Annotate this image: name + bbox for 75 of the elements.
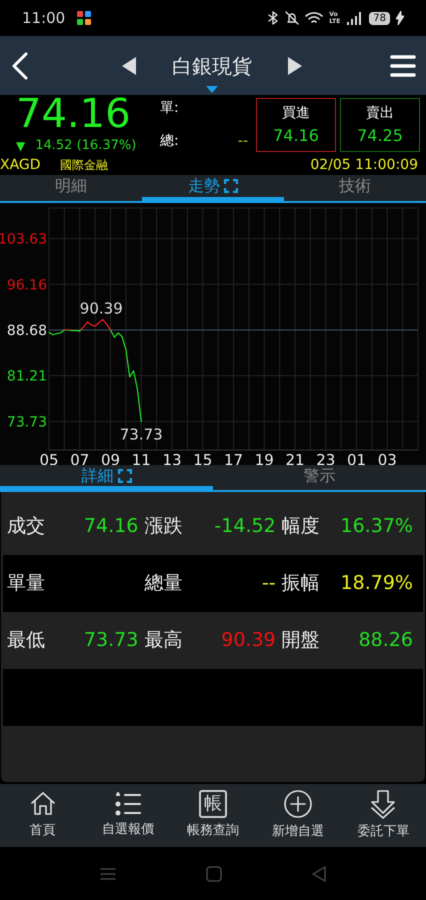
x-axis-label: 15 bbox=[193, 451, 212, 465]
x-axis-label: 23 bbox=[316, 451, 336, 465]
menu-icon bbox=[390, 54, 416, 78]
down-arrow-icon: ▼ bbox=[16, 137, 26, 155]
y-axis-label: 81.21 bbox=[6, 368, 47, 385]
total-volume-label: 總: bbox=[160, 132, 179, 151]
nav-item[interactable]: 首頁 bbox=[0, 784, 86, 847]
x-axis-label: 03 bbox=[378, 451, 397, 465]
field-value: 16.37% bbox=[340, 514, 413, 540]
nav-item[interactable]: 自選報價 bbox=[85, 784, 170, 847]
back-icon bbox=[10, 52, 30, 80]
bluetooth-icon bbox=[267, 11, 280, 25]
sell-price: 74.25 bbox=[357, 124, 403, 146]
unit-volume-label: 單: bbox=[160, 99, 180, 118]
x-axis-label: 05 bbox=[39, 451, 59, 465]
field-value: 88.26 bbox=[358, 628, 413, 654]
x-axis-label: 17 bbox=[224, 451, 244, 465]
dropdown-icon bbox=[206, 86, 218, 93]
symbol-code: XAGD bbox=[0, 156, 42, 174]
battery-indicator: 78 bbox=[369, 12, 390, 24]
y-axis-label: 96.16 bbox=[6, 277, 47, 294]
x-axis-label: 07 bbox=[70, 451, 90, 465]
field-value: 90.39 bbox=[221, 628, 276, 654]
nav-item[interactable]: 帳 帳務查詢 bbox=[170, 784, 256, 847]
price-annotation: 90.39 bbox=[80, 300, 123, 318]
app-icon bbox=[77, 11, 92, 25]
nav-item[interactable]: 新增自選 bbox=[256, 784, 341, 847]
sell-label: 賣出 bbox=[366, 104, 394, 122]
x-axis-label: 19 bbox=[254, 451, 274, 465]
field-label: 漲跌 bbox=[144, 514, 182, 540]
next-button[interactable] bbox=[288, 56, 302, 74]
field-label: 總量 bbox=[144, 571, 182, 596]
price-change: 14.52 (16.37%) bbox=[35, 137, 136, 156]
header-title: 白銀現貨 bbox=[172, 52, 252, 80]
clock: 11:00 bbox=[22, 8, 66, 29]
price-annotation: 73.73 bbox=[120, 425, 163, 444]
previous-button[interactable] bbox=[122, 56, 136, 74]
quote-time: 02/05 11:00:09 bbox=[310, 156, 419, 174]
field-value: 74.16 bbox=[84, 514, 138, 540]
arrow-down-icon bbox=[369, 789, 398, 820]
field-label: 成交 bbox=[7, 514, 45, 540]
market-name: 國際金融 bbox=[60, 157, 108, 174]
x-axis-label: 01 bbox=[346, 451, 366, 465]
bell-off-icon bbox=[285, 11, 300, 25]
signal-icon bbox=[347, 12, 364, 24]
x-axis-label: 09 bbox=[100, 451, 120, 465]
buy-label: 買進 bbox=[282, 104, 310, 122]
y-axis-label: 73.73 bbox=[6, 414, 47, 430]
tab[interactable]: 技術 bbox=[284, 175, 426, 201]
x-axis-label: 21 bbox=[285, 451, 305, 465]
field-value: -- bbox=[262, 571, 276, 596]
field-label: 單量 bbox=[7, 571, 45, 596]
y-axis-label: 88.68 bbox=[6, 323, 47, 339]
list-icon bbox=[114, 791, 142, 818]
plus-circle-icon bbox=[283, 789, 314, 820]
field-label: 振幅 bbox=[282, 571, 320, 596]
x-axis-label: 11 bbox=[132, 451, 151, 465]
charging-icon bbox=[396, 11, 404, 25]
menu-button[interactable] bbox=[390, 54, 416, 78]
x-axis-label: 13 bbox=[162, 451, 182, 465]
buy-price: 74.16 bbox=[273, 124, 319, 146]
total-volume-value: -- bbox=[238, 132, 248, 151]
field-value: 18.79% bbox=[340, 571, 413, 596]
field-value: 73.73 bbox=[84, 628, 138, 654]
field-label: 最高 bbox=[144, 628, 182, 654]
ledger-icon: 帳 bbox=[199, 790, 227, 818]
last-price: 74.16 bbox=[16, 94, 132, 134]
tab[interactable]: 警示 bbox=[213, 465, 426, 490]
field-value: -14.52 bbox=[214, 514, 276, 540]
field-label: 最低 bbox=[7, 628, 45, 654]
nav-item[interactable]: 委託下單 bbox=[340, 784, 426, 847]
field-label: 幅度 bbox=[282, 514, 320, 540]
tab[interactable]: 明細 bbox=[0, 175, 142, 201]
field-label: 開盤 bbox=[282, 628, 320, 654]
wifi-icon bbox=[305, 11, 324, 25]
